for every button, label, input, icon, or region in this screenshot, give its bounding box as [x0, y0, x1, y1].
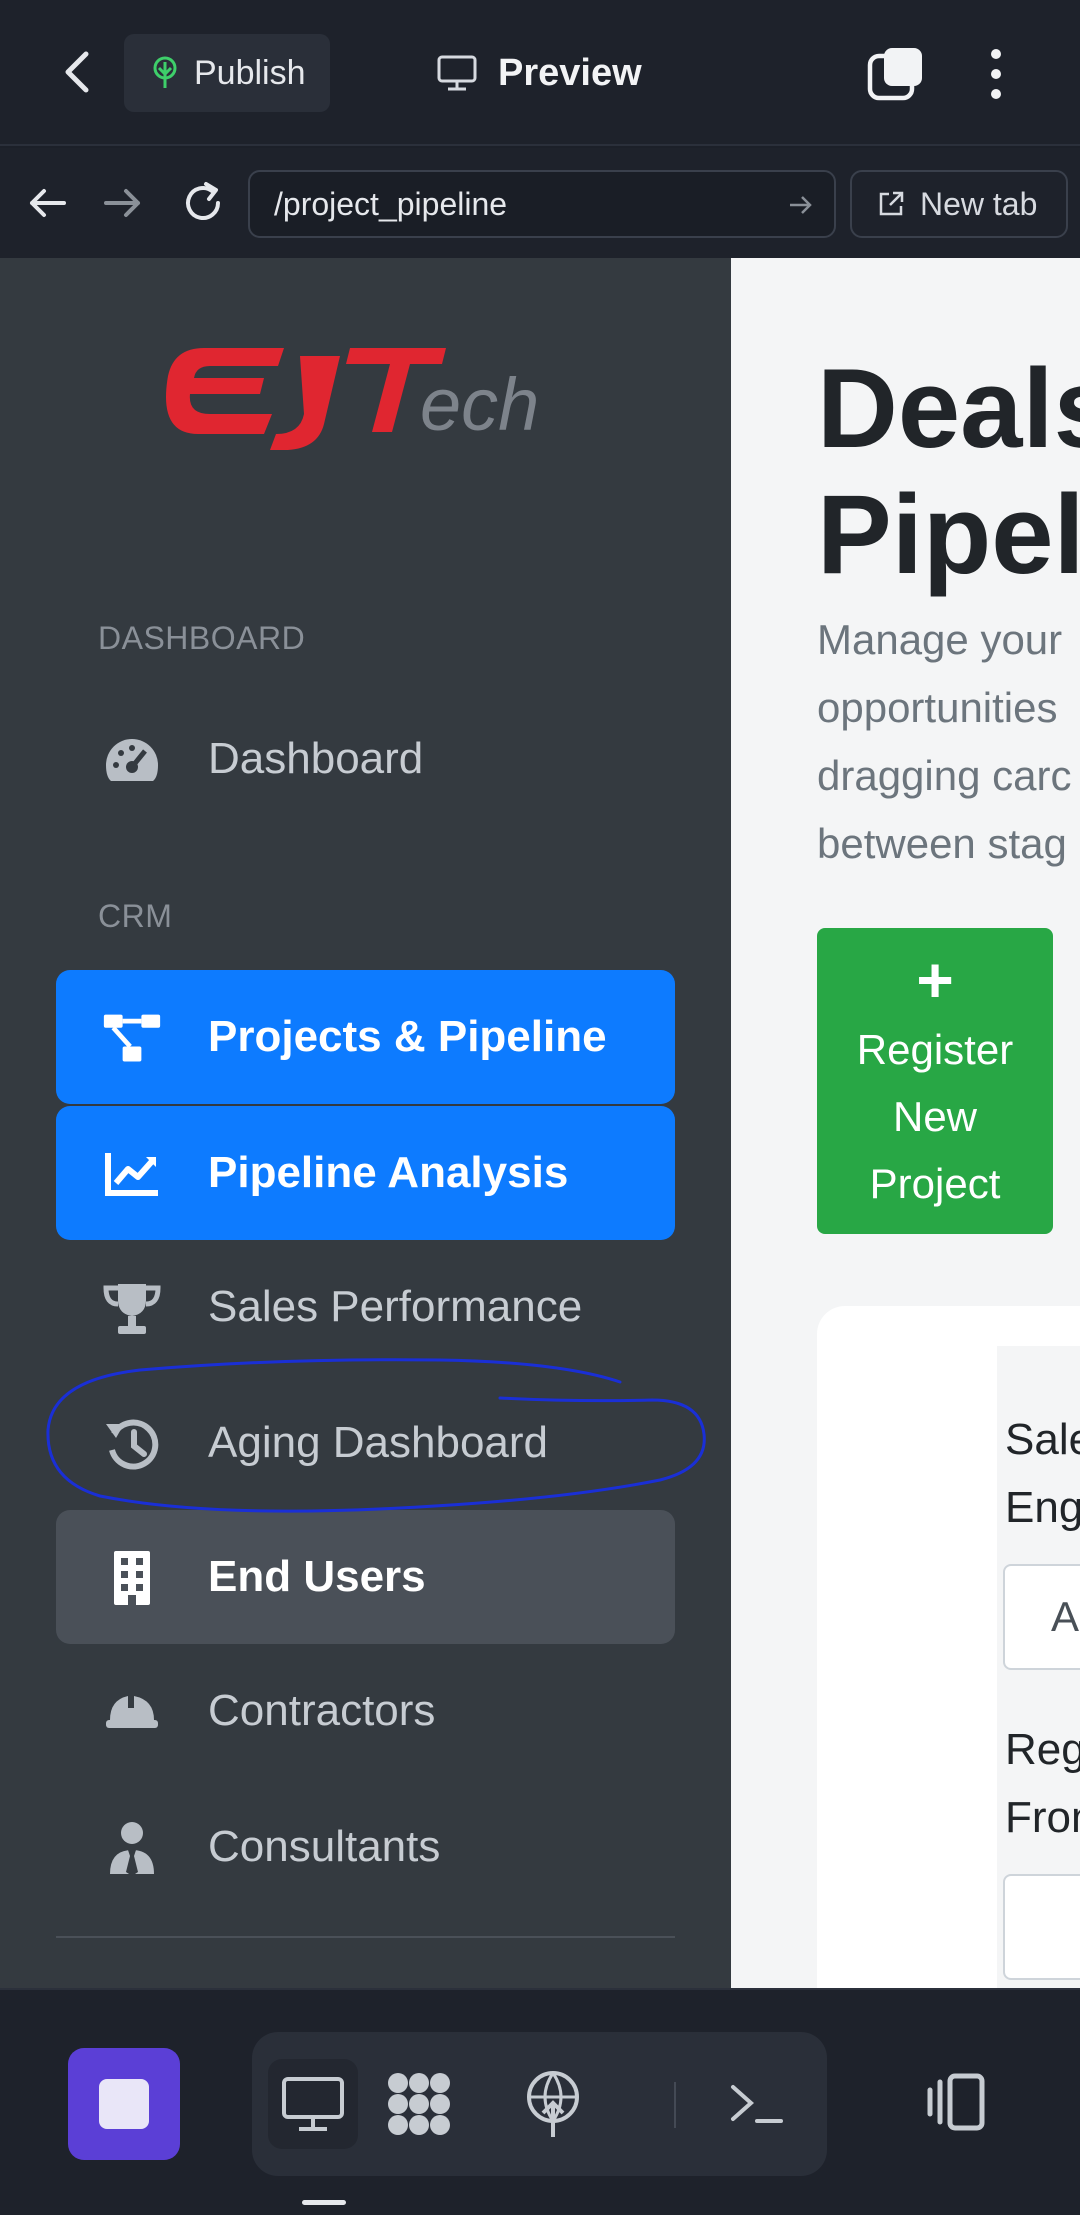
preview-button[interactable]: Preview	[436, 34, 642, 112]
chevron-left-icon	[65, 51, 89, 93]
sidebar: ech DASHBOARD Dashboard CRM Projects & P…	[0, 258, 731, 1988]
page-title-line-2: Pipeli	[817, 472, 1080, 597]
sidebar-item-end-users[interactable]: End Users	[56, 1510, 675, 1644]
publish-label: Publish	[194, 53, 306, 92]
sidebar-item-sales-performance[interactable]: Sales Performance	[56, 1240, 675, 1374]
chart-line-icon	[102, 1146, 162, 1202]
sidebar-item-label: End Users	[208, 1552, 426, 1601]
subtitle-line: between stag	[817, 820, 1067, 867]
user-tie-icon	[102, 1820, 162, 1876]
dock-workspace-button[interactable]	[374, 2059, 464, 2149]
register-label-line: Register	[856, 1026, 1014, 1073]
filter-card: Sales Engineer All Register From	[817, 1306, 1080, 1988]
browser-address-bar: /project_pipeline New tab	[0, 148, 1080, 258]
label-line: Sales	[1005, 1415, 1080, 1464]
app-top-bar: Publish Preview	[0, 0, 1080, 146]
dock-preview-button[interactable]	[268, 2059, 358, 2149]
new-tab-button[interactable]: New tab	[850, 170, 1068, 238]
back-chevron-button[interactable]	[52, 44, 108, 100]
label-line: Register	[1005, 1725, 1080, 1774]
sidebar-item-label: Dashboard	[208, 734, 424, 783]
sidebar-item-consultants[interactable]: Consultants	[56, 1780, 675, 1914]
history-icon	[102, 1416, 162, 1472]
gauge-icon	[102, 732, 162, 788]
kebab-menu-icon	[991, 49, 1001, 99]
sidebar-divider	[56, 1936, 675, 1938]
preview-label: Preview	[498, 51, 642, 94]
sidebar-item-label: Pipeline Analysis	[208, 1148, 569, 1197]
workspace-blob-icon	[388, 2073, 450, 2135]
subtitle-line: Manage your	[817, 616, 1063, 663]
sidebar-item-contractors[interactable]: Contractors	[56, 1644, 675, 1778]
reload-button[interactable]	[176, 176, 230, 230]
stop-button[interactable]	[68, 2048, 180, 2160]
arrow-left-icon	[30, 189, 66, 217]
sidebar-item-label: Aging Dashboard	[208, 1418, 549, 1467]
dock-separator	[674, 2082, 676, 2128]
main-panel: Deals Pipeli Manage your opportunities d…	[731, 258, 1080, 1988]
sales-engineer-value: All	[1051, 1593, 1080, 1640]
tabs-switcher-button[interactable]	[866, 44, 926, 104]
trophy-icon	[102, 1280, 162, 1336]
section-label-dashboard: DASHBOARD	[98, 620, 306, 656]
section-label-crm: CRM	[98, 898, 173, 934]
url-input[interactable]: /project_pipeline	[248, 170, 836, 238]
sidebar-item-dashboard[interactable]: Dashboard	[56, 692, 675, 826]
hard-hat-icon	[102, 1684, 162, 1740]
page-title-line-1: Deals	[817, 346, 1080, 471]
subtitle-line: dragging carc	[817, 752, 1072, 799]
plus-icon: +	[916, 944, 954, 1016]
ejtech-logo: ech	[166, 348, 539, 450]
register-label-line: Project	[869, 1160, 1001, 1207]
sidebar-item-label: Sales Performance	[208, 1282, 583, 1331]
more-menu-button[interactable]	[976, 44, 1016, 104]
sitemap-icon	[102, 1010, 162, 1066]
register-new-project-button[interactable]: + Register New Project	[817, 928, 1053, 1234]
new-tab-label: New tab	[920, 185, 1038, 222]
sidebar-item-label: Contractors	[208, 1686, 436, 1735]
register-from-label: Register From	[1005, 1716, 1080, 1852]
web-content: ech DASHBOARD Dashboard CRM Projects & P…	[0, 258, 1080, 1988]
subtitle-line: opportunities	[817, 684, 1058, 731]
stop-square-icon	[99, 2079, 149, 2129]
building-icon	[102, 1550, 162, 1606]
url-text: /project_pipeline	[274, 185, 508, 222]
sidebar-item-label: Consultants	[208, 1822, 441, 1871]
reload-icon	[186, 182, 220, 220]
sidebar-item-pipeline-analysis[interactable]: Pipeline Analysis	[56, 1106, 675, 1240]
dock-tool-group	[252, 2032, 827, 2176]
publish-button[interactable]: Publish	[124, 34, 330, 112]
home-indicator	[302, 2200, 346, 2205]
browser-back-button[interactable]	[20, 176, 74, 230]
page-subtitle: Manage your opportunities dragging carc …	[817, 606, 1080, 878]
monitor-icon	[282, 2077, 344, 2131]
monitor-icon	[437, 55, 477, 91]
label-line: Engineer	[1005, 1483, 1080, 1532]
split-view-icon	[927, 2073, 985, 2131]
globe-upload-icon	[527, 2071, 579, 2137]
sales-engineer-select[interactable]: All	[1003, 1564, 1080, 1670]
arrow-right-icon	[104, 189, 140, 217]
tabs-icon	[867, 48, 922, 101]
page-title: Deals Pipeli	[817, 346, 1080, 598]
sidebar-item-label: Projects & Pipeline	[208, 1012, 607, 1061]
sidebar-item-aging-dashboard[interactable]: Aging Dashboard	[56, 1376, 675, 1510]
sidebar-item-projects-pipeline[interactable]: Projects & Pipeline	[56, 970, 675, 1104]
browser-forward-button[interactable]	[96, 176, 150, 230]
svg-text:ech: ech	[420, 363, 539, 446]
dock-deploy-button[interactable]	[508, 2059, 598, 2149]
publish-tree-icon	[153, 56, 177, 88]
external-link-icon	[879, 191, 904, 216]
go-arrow-icon[interactable]	[786, 190, 816, 220]
label-line: From	[1005, 1793, 1080, 1842]
terminal-icon	[731, 2085, 783, 2123]
register-from-date-input[interactable]	[1003, 1874, 1080, 1980]
dock-shell-button[interactable]	[712, 2059, 802, 2149]
sales-engineer-label: Sales Engineer	[1005, 1406, 1080, 1542]
register-label-line: New	[892, 1093, 978, 1140]
bottom-dock	[0, 1988, 1080, 2215]
split-view-button[interactable]	[916, 2062, 996, 2142]
